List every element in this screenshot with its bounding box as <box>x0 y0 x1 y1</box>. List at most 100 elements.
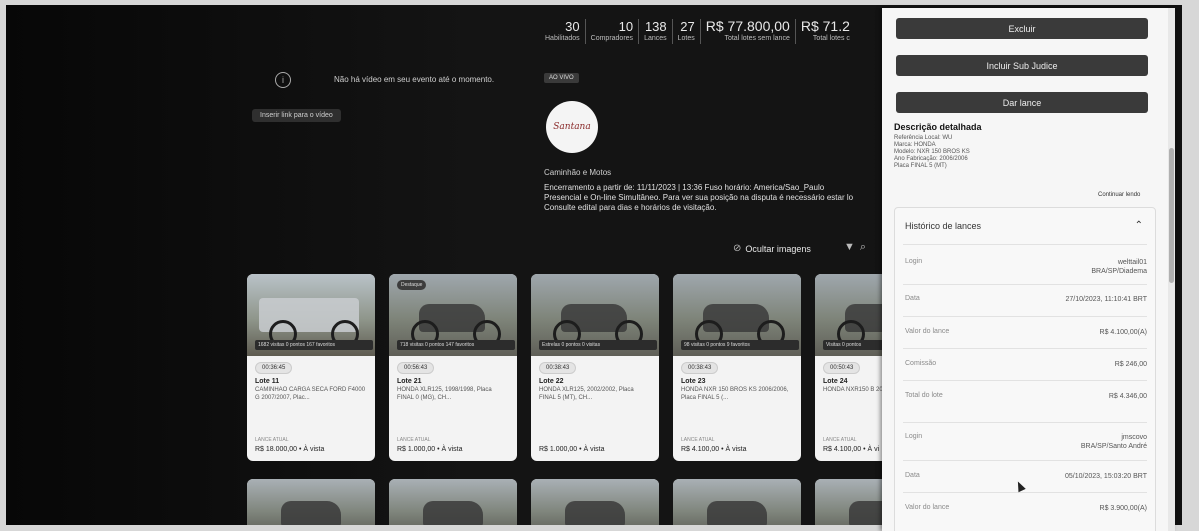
delete-button[interactable]: Excluir <box>896 18 1148 39</box>
price-label: LANCE ATUAL <box>681 437 715 443</box>
divider <box>903 316 1147 317</box>
lot-image: 1682 visitas 0 pontos 167 favoritos <box>247 274 375 356</box>
divider <box>903 460 1147 461</box>
event-category: Caminhão e Motos <box>544 168 612 177</box>
lot-card[interactable] <box>673 479 801 525</box>
stat-compradores: 10 Compradores <box>586 19 640 44</box>
no-video-message: Não há vídeo em seu evento até o momento… <box>334 75 495 84</box>
row-value: R$ 3.900,00(A) <box>1099 505 1147 512</box>
lot-number: Lote 23 <box>681 378 706 385</box>
lot-title: HONDA NXR 150 BROS KS 2006/2006, Placa F… <box>681 387 789 401</box>
divider <box>903 380 1147 381</box>
lot-image-caption: 718 visitas 0 pontos 147 favoritos <box>397 340 515 350</box>
detail-line: Marca: HONDA <box>894 142 936 148</box>
lot-timer: 00:38:43 <box>539 362 577 374</box>
stat-label: Habilitados <box>545 35 580 42</box>
sub-judice-button[interactable]: Incluir Sub Judice <box>896 55 1148 76</box>
row-value: jmscovo BRA/SP/Santo André <box>1081 433 1147 451</box>
lot-price: R$ 1.000,00 • À vista <box>539 446 605 453</box>
login-location: BRA/SP/Santo André <box>1080 443 1147 450</box>
stat-value: R$ 77.800,00 <box>705 18 790 34</box>
description-line: Presencial e On-line Simultâneo. Para ve… <box>544 193 854 202</box>
lot-image-caption: 1682 visitas 0 pontos 167 favoritos <box>255 340 373 350</box>
lot-timer: 00:50:43 <box>823 362 861 374</box>
hide-images-label: Ocultar imagens <box>745 243 811 254</box>
description-line: Encerramento a partir de: 11/11/2023 | 1… <box>544 183 825 192</box>
stat-habilitados: 30 Habilitados <box>540 19 586 44</box>
stat-value: R$ 71.2 <box>800 18 850 34</box>
price-label: LANCE ATUAL <box>397 437 431 443</box>
row-label: Valor do lance <box>905 504 950 511</box>
lot-card[interactable]: Estrelas 0 pontos 0 visitas 00:38:43 Lot… <box>531 274 659 461</box>
stat-label: Lotes <box>677 35 695 42</box>
divider <box>903 348 1147 349</box>
place-bid-button[interactable]: Dar lance <box>896 92 1148 113</box>
vehicle-shape <box>707 501 767 525</box>
stat-label: Total lotes c <box>812 35 850 42</box>
divider <box>903 492 1147 493</box>
lot-timer: 00:56:43 <box>397 362 435 374</box>
detail-title: Descrição detalhada <box>894 122 982 132</box>
stat-total-com-lance: R$ 71.2 Total lotes c <box>796 19 855 44</box>
hide-images-toggle[interactable]: ⊘ Ocultar imagens <box>733 243 811 254</box>
lot-card[interactable] <box>247 479 375 525</box>
lot-price: R$ 4.100,00 • À vi <box>823 446 880 453</box>
row-value: 27/10/2023, 11:10:41 BRT <box>1065 296 1147 303</box>
live-badge: AO VIVO <box>544 73 579 83</box>
row-label: Comissão <box>905 360 937 367</box>
row-label: Data <box>905 472 920 479</box>
video-link-button[interactable]: Inserir link para o vídeo <box>252 109 341 122</box>
login-location: BRA/SP/Diadema <box>1091 268 1147 275</box>
stat-value: 27 <box>680 19 695 34</box>
scrollbar[interactable] <box>1168 8 1175 531</box>
lot-image: Estrelas 0 pontos 0 visitas <box>531 274 659 356</box>
chevron-up-icon[interactable]: ⌃ <box>1135 220 1143 231</box>
lot-image <box>389 479 517 525</box>
row-label: Total do lote <box>905 392 943 399</box>
bid-history-title: Histórico de lances <box>905 221 982 231</box>
lot-image-caption: Estrelas 0 pontos 0 visitas <box>539 340 657 350</box>
stat-total-sem-lance: R$ 77.800,00 Total lotes sem lance <box>701 19 796 44</box>
divider <box>903 244 1147 245</box>
lot-image: Destaque 718 visitas 0 pontos 147 favori… <box>389 274 517 356</box>
lot-image <box>531 479 659 525</box>
stat-label: Total lotes sem lance <box>724 35 790 42</box>
lot-number: Lote 21 <box>397 378 422 385</box>
logo-text: Santana <box>553 122 591 132</box>
lot-card[interactable]: Destaque 718 visitas 0 pontos 147 favori… <box>389 274 517 461</box>
screen-frame: 30 Habilitados 10 Compradores 138 Lances 27… <box>0 0 1199 531</box>
stat-value: 10 <box>618 19 634 34</box>
row-label: Login <box>905 258 923 265</box>
event-description: Encerramento a partir de: 11/11/2023 | 1… <box>544 183 889 213</box>
lot-card[interactable]: 1682 visitas 0 pontos 167 favoritos 00:3… <box>247 274 375 461</box>
stat-lances: 138 Lances <box>639 19 673 44</box>
lot-image-caption: 98 visitas 0 pontos 9 favoritos <box>681 340 799 350</box>
price-label: LANCE ATUAL <box>255 437 289 443</box>
lot-card[interactable] <box>389 479 517 525</box>
row-value: R$ 246,00 <box>1114 361 1147 368</box>
detail-text: Referência Local: WU Marca: HONDA Modelo… <box>894 135 1154 170</box>
detail-line: Placa FINAL 5 (MT) <box>894 163 947 169</box>
lot-timer: 00:38:43 <box>681 362 719 374</box>
lot-card[interactable] <box>531 479 659 525</box>
stat-value: 30 <box>565 19 580 34</box>
row-value: R$ 4.100,00(A) <box>1099 329 1147 336</box>
scrollbar-thumb[interactable] <box>1169 148 1174 283</box>
lot-price: R$ 1.000,00 • À vista <box>397 446 463 453</box>
lot-title: HONDA XLR125, 1998/1998, Placa FINAL 0 (… <box>397 387 492 401</box>
row-value: 05/10/2023, 15:03:20 BRT <box>1065 473 1147 480</box>
vehicle-shape <box>281 501 341 525</box>
info-icon: i <box>275 72 291 88</box>
detail-line: Referência Local: WU <box>894 135 953 141</box>
login-name: jmscovo <box>1121 434 1147 441</box>
read-more-link[interactable]: Continuar lendo <box>1098 192 1140 198</box>
price-label: LANCE ATUAL <box>823 437 857 443</box>
filter-icon[interactable]: ▼ <box>844 241 855 254</box>
stat-label: Lances <box>644 35 667 42</box>
lot-number: Lote 11 <box>255 378 280 385</box>
search-icon[interactable]: ⌕ <box>860 241 866 254</box>
lot-image <box>247 479 375 525</box>
row-label: Valor do lance <box>905 328 950 335</box>
lot-detail-panel: Excluir Incluir Sub Judice Dar lance Des… <box>882 8 1175 531</box>
lot-card[interactable]: 98 visitas 0 pontos 9 favoritos 00:38:43… <box>673 274 801 461</box>
